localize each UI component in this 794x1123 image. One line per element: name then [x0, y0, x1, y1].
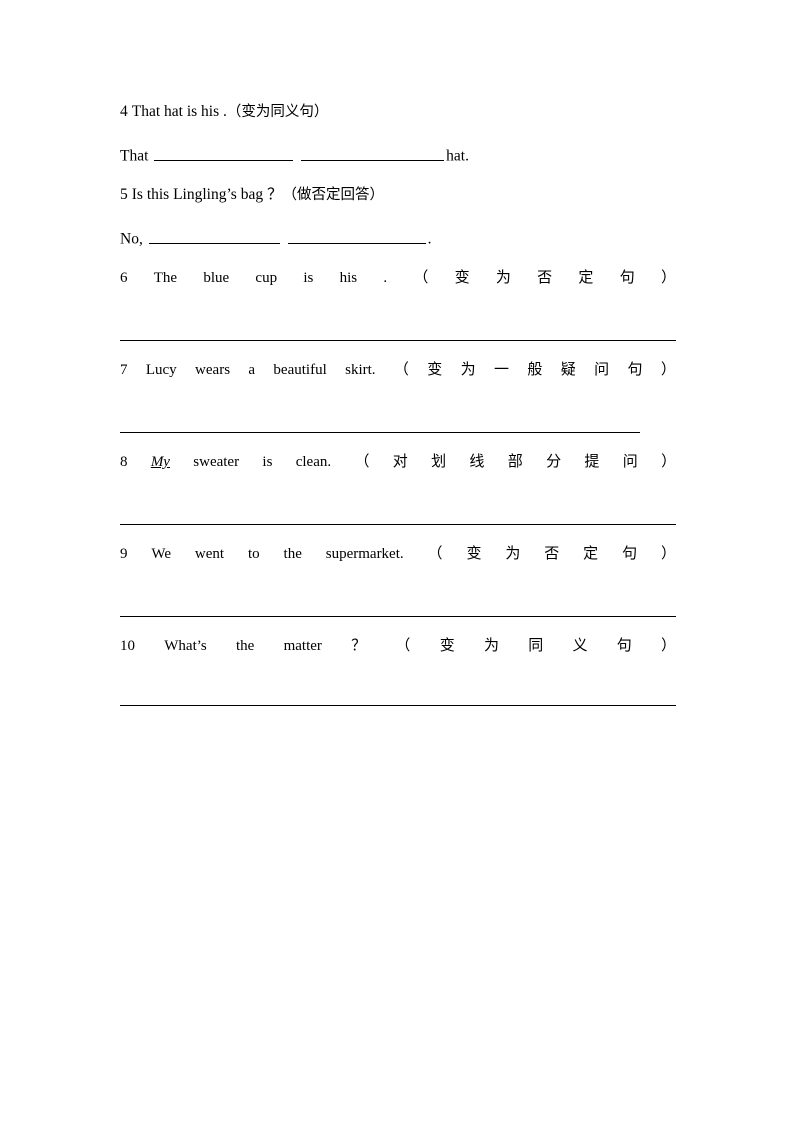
- question-6-token: blue: [203, 270, 230, 286]
- question-9-token: We: [151, 546, 172, 562]
- question-8-instruction-char: 问: [622, 452, 638, 470]
- question-6-instruction-char: 变: [454, 268, 470, 286]
- answer-5-suffix: .: [427, 230, 432, 248]
- question-6-instruction-char: 为: [495, 268, 511, 286]
- question-10-token: matter: [283, 638, 322, 654]
- question-7-instruction-char: 疑: [560, 360, 576, 378]
- answer-4-suffix: hat.: [446, 147, 469, 165]
- question-8: 8 My sweater is clean. （ 对 划 线 部 分 提 问 ）: [120, 454, 676, 476]
- question-9-instruction-char: 变: [466, 544, 482, 562]
- question-10-token: ？: [351, 638, 367, 654]
- question-6-instruction-char: （: [413, 268, 429, 286]
- question-7-instruction-char: 为: [460, 360, 476, 378]
- question-9-instruction-char: 句: [622, 544, 638, 562]
- question-6-token: cup: [255, 270, 278, 286]
- question-10: 10 What’s the matter ？ （ 变 为 同 义 句 ）: [120, 638, 676, 660]
- question-8-instruction-char: 对: [392, 452, 408, 470]
- question-8-instruction-char: ）: [661, 452, 677, 470]
- question-6-token: .: [383, 270, 388, 286]
- question-9-token: supermarket.: [325, 546, 404, 562]
- question-10-token: What’s: [164, 638, 207, 654]
- question-7-instruction-char: 问: [594, 360, 610, 378]
- question-7-token: a: [248, 362, 256, 378]
- question-9-number: 9: [120, 546, 128, 562]
- question-8-instruction-char: 提: [584, 452, 600, 470]
- question-9-token: the: [283, 546, 302, 562]
- question-6-instruction-char: 句: [619, 268, 635, 286]
- question-10-instruction-char: 同: [528, 636, 544, 654]
- question-5-number: 5: [120, 186, 128, 203]
- answer-rule-10[interactable]: [120, 705, 676, 706]
- question-8-number: 8: [120, 454, 128, 470]
- question-7-token: beautiful: [273, 362, 327, 378]
- question-7-instruction-char: 变: [427, 360, 443, 378]
- answer-row-4: That hat.: [120, 145, 676, 187]
- question-8-token: clean.: [295, 454, 332, 470]
- question-8-token: sweater: [193, 454, 240, 470]
- answer-blank-4-1[interactable]: [154, 145, 294, 161]
- question-7-instruction-char: ）: [660, 360, 676, 378]
- question-9-token: to: [247, 546, 260, 562]
- question-8-instruction-char: 部: [507, 452, 523, 470]
- question-10-instruction-char: ）: [661, 636, 677, 654]
- question-6: 6 The blue cup is his . （ 变 为 否 定 句 ）: [120, 270, 676, 292]
- question-9-instruction-char: （: [427, 544, 443, 562]
- answer-blank-4-2[interactable]: [301, 145, 445, 161]
- answer-4-prefix: That: [120, 147, 149, 165]
- question-10-instruction-char: 为: [483, 636, 499, 654]
- question-5-instruction: （做否定回答）: [282, 187, 384, 203]
- question-4-instruction: （变为同义句）: [226, 104, 329, 120]
- question-9: 9 We went to the supermarket. （ 变 为 否 定 …: [120, 546, 676, 568]
- question-6-instruction-char: ）: [660, 268, 676, 286]
- question-8-underlined-token: My: [150, 454, 170, 470]
- question-7-token: Lucy: [145, 362, 177, 378]
- worksheet-page: 4 That hat is his .（变为同义句） That hat. 5 Is …: [0, 0, 794, 1123]
- answer-5-prefix: No,: [120, 230, 143, 248]
- question-10-instruction-char: 义: [572, 636, 588, 654]
- question-6-token: is: [303, 270, 314, 286]
- question-8-instruction-char: 划: [431, 452, 447, 470]
- question-8-instruction-char: 分: [546, 452, 562, 470]
- question-4: 4 That hat is his .（变为同义句）: [120, 104, 676, 145]
- answer-row-5: No, .: [120, 228, 676, 270]
- question-7: 7 Lucy wears a beautiful skirt. （ 变 为 一 …: [120, 362, 676, 384]
- question-6-number: 6: [120, 270, 128, 286]
- question-9-instruction-char: 否: [544, 544, 560, 562]
- question-8-instruction-char: （: [354, 452, 370, 470]
- question-6-instruction-char: 否: [537, 268, 553, 286]
- question-7-token: skirt.: [345, 362, 376, 378]
- question-7-instruction-char: （: [393, 360, 409, 378]
- question-7-token: wears: [195, 362, 231, 378]
- question-7-number: 7: [120, 362, 128, 378]
- question-6-token: his: [339, 270, 358, 286]
- question-7-instruction-char: 句: [627, 360, 643, 378]
- question-10-instruction-char: 句: [616, 636, 632, 654]
- worksheet-content: 4 That hat is his .（变为同义句） That hat. 5 Is …: [120, 104, 676, 706]
- question-6-token: The: [153, 270, 178, 286]
- question-8-instruction-char: 线: [469, 452, 485, 470]
- question-6-instruction-char: 定: [578, 268, 594, 286]
- question-4-sentence: That hat is his .: [131, 103, 227, 120]
- question-5-sentence: Is this Lingling’s bag ？: [131, 186, 283, 203]
- answer-blank-5-2[interactable]: [287, 228, 426, 244]
- question-8-token: is: [262, 454, 273, 470]
- question-5: 5 Is this Lingling’s bag ？（做否定回答）: [120, 187, 676, 228]
- question-10-token: the: [236, 638, 255, 654]
- question-9-instruction-char: 定: [583, 544, 599, 562]
- question-10-number: 10: [120, 638, 135, 654]
- question-4-number: 4: [120, 103, 128, 120]
- question-9-instruction-char: ）: [660, 544, 676, 562]
- question-9-token: went: [194, 546, 225, 562]
- question-10-instruction-char: （: [395, 636, 411, 654]
- question-9-instruction-char: 为: [505, 544, 521, 562]
- answer-blank-5-1[interactable]: [148, 228, 280, 244]
- question-7-instruction-char: 一: [494, 360, 510, 378]
- question-7-instruction-char: 般: [527, 360, 543, 378]
- question-10-instruction-char: 变: [439, 636, 455, 654]
